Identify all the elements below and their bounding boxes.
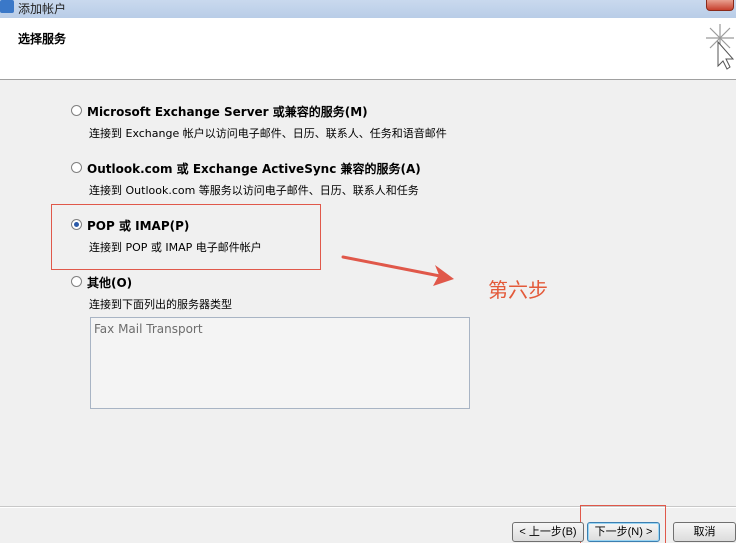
option-exchange-description: 连接到 Exchange 帐户以访问电子邮件、日历、联系人、任务和语音邮件 <box>89 127 447 140</box>
radio-exchange[interactable] <box>71 105 82 116</box>
annotation-arrow-icon <box>341 255 454 286</box>
sparkle-icon <box>706 24 735 70</box>
option-other-description: 连接到下面列出的服务器类型 <box>89 298 232 311</box>
option-pop-imap-label: POP 或 IMAP(P) <box>87 219 190 233</box>
option-outlook-com-description: 连接到 Outlook.com 等服务以访问电子邮件、日历、联系人和任务 <box>89 184 419 197</box>
page-title: 选择服务 <box>18 32 67 46</box>
highlight-box-pop-imap <box>51 204 321 270</box>
next-button[interactable]: 下一步(N) > <box>587 522 660 542</box>
radio-outlook-com[interactable] <box>71 162 82 173</box>
server-type-list[interactable]: Fax Mail Transport <box>90 317 470 409</box>
step-annotation: 第六步 <box>488 278 548 302</box>
app-icon <box>0 0 14 13</box>
option-exchange-label: Microsoft Exchange Server 或兼容的服务(M) <box>87 105 368 119</box>
title-bar: 添加帐户 <box>0 0 736 18</box>
option-pop-imap-description: 连接到 POP 或 IMAP 电子邮件帐户 <box>89 241 262 254</box>
radio-other[interactable] <box>71 276 82 287</box>
window-title: 添加帐户 <box>18 2 67 16</box>
wizard-header: 选择服务 <box>0 18 736 80</box>
list-item[interactable]: Fax Mail Transport <box>94 322 203 336</box>
radio-pop-imap[interactable] <box>71 219 82 230</box>
window-close-button[interactable] <box>706 0 734 11</box>
option-other-label: 其他(O) <box>87 276 133 290</box>
cancel-button[interactable]: 取消 <box>673 522 736 542</box>
option-outlook-com-label: Outlook.com 或 Exchange ActiveSync 兼容的服务(… <box>87 162 421 176</box>
back-button[interactable]: < 上一步(B) <box>512 522 584 542</box>
